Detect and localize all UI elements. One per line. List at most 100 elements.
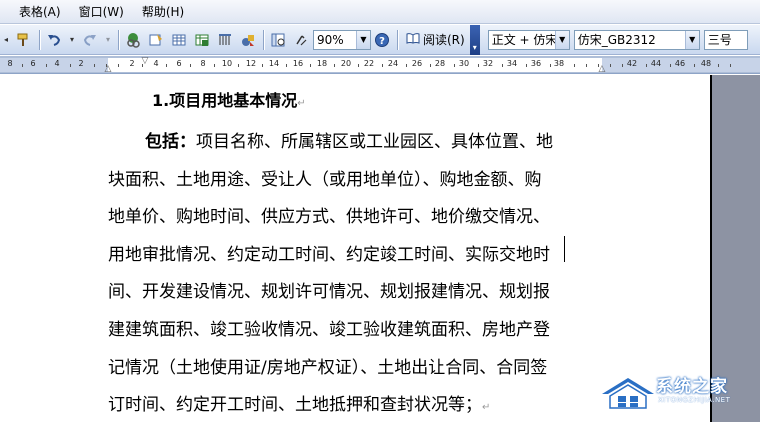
menu-window[interactable]: 窗口(W) [70,0,133,24]
font-size-value: 三号 [707,33,732,47]
format-painter-icon[interactable] [13,29,35,51]
first-line-indent-marker-icon[interactable]: ▽ [142,57,149,66]
paragraph-mark: ↵ [482,402,491,414]
ruler-tick [586,64,587,67]
paragraph-line: 间、开发建设情况、规划许可情况、规划报建情况、规划报 [108,282,550,303]
ruler-label: 10 [221,59,233,68]
ruler-tick [70,64,71,67]
ruler-label: 8 [7,59,13,68]
show-hide-icon[interactable] [290,29,312,51]
ruler-label: 38 [553,59,565,68]
ruler-label: 20 [340,59,352,68]
undo-icon[interactable] [43,29,65,51]
left-indent-marker-icon[interactable]: △ [105,65,112,74]
ruler-tick [118,64,119,67]
menu-help[interactable]: 帮助(H) [133,0,193,24]
ruler-label: 42 [626,59,638,68]
font-dropdown-icon[interactable]: ▼ [684,30,699,49]
read-mode-label: 阅读(R) [423,33,465,47]
toolbar-overflow-icon[interactable]: ◂ [0,29,12,51]
ruler-label: 44 [650,59,662,68]
ruler-tick [406,64,407,67]
zoom-value: 90% [317,32,344,47]
ruler-label: 2 [78,59,84,68]
ruler-tick [334,64,335,67]
ruler-tick [238,64,239,67]
paragraph-line: 订时间、约定开工时间、土地抵押和查封状况等；↵ [108,395,491,416]
read-mode-button[interactable]: 阅读(R) [401,29,470,51]
menu-bar: 表格(A) 窗口(W) 帮助(H) [0,0,760,24]
insert-excel-icon[interactable] [191,29,213,51]
font-combo[interactable]: 仿宋_GB2312 ▼ [573,29,700,50]
paragraph-line: 建建筑面积、竣工验收情况、竣工验收建筑面积、房地产登 [108,319,550,340]
drawing-icon[interactable] [237,29,259,51]
section-heading: 1.项目用地基本情况↵ [152,91,306,110]
ruler-label: 26 [411,59,423,68]
ruler-label: 16 [292,59,304,68]
ruler-label: 48 [700,59,712,68]
redo-dropdown-icon[interactable]: ▾ [102,29,114,51]
hyperlink-icon[interactable] [122,29,144,51]
style-dropdown-icon[interactable]: ▼ [554,30,569,49]
watermark-title: 系统之家 [656,377,728,397]
ruler-label: 14 [268,59,280,68]
paragraph-label: 包括： [145,132,196,152]
paragraph-line: 记情况（土地使用证/房地产权证）、土地出让合同、合同签 [108,357,548,378]
ruler-label: 36 [530,59,542,68]
ruler-label: 2 [129,59,135,68]
toolbar-options-icon[interactable]: ▾ [469,24,480,55]
read-icon [406,32,420,47]
help-icon[interactable]: ? [371,29,393,51]
watermark-logo-icon [602,378,654,409]
paragraph-mark: ↵ [297,98,306,109]
formatting-toolbar: ◂ ▾ ▾ 90% ▼ ? 阅读(R) ▾ 正文 + 仿宋 ▼ 仿宋_GB231… [0,24,760,55]
redo-icon[interactable] [79,29,101,51]
ruler-label: 24 [387,59,399,68]
columns-icon[interactable] [214,29,236,51]
ruler-label: 12 [245,59,257,68]
ruler-tick [22,64,23,67]
ruler-tick [610,64,611,67]
ruler-label: 46 [674,59,686,68]
ruler-tick [94,64,95,67]
ruler-tick [646,64,647,67]
horizontal-ruler[interactable]: 8 6 4 2 2 4 6 8 10 12 14 16 18 20 22 24 26 28 30 32 34 36 38 42… [0,56,760,74]
ruler-tick [262,64,263,67]
right-indent-marker-icon[interactable]: △ [599,65,606,74]
ruler-tick [502,64,503,67]
paragraph-line: 包括：项目名称、所属辖区或工业园区、具体位置、地 [145,132,553,152]
ruler-tick [718,64,719,67]
text-cursor [564,236,565,262]
insert-table-icon[interactable] [168,29,190,51]
font-size-combo[interactable]: 三号 [703,29,748,50]
ruler-tick [310,64,311,67]
ruler-tick [550,64,551,67]
ruler-tick [46,64,47,67]
zoom-dropdown-icon[interactable]: ▼ [356,30,370,49]
document-map-icon[interactable] [267,29,289,51]
menu-table[interactable]: 表格(A) [10,0,70,24]
tables-borders-icon[interactable] [145,29,167,51]
body-paragraph[interactable]: 包括：项目名称、所属辖区或工业园区、具体位置、地 块面积、土地用途、受让人（或用… [108,124,608,422]
ruler-label: 18 [316,59,328,68]
ruler-tick [526,64,527,67]
ruler-tick [286,64,287,67]
zoom-combo[interactable]: 90% ▼ [313,29,371,50]
style-combo[interactable]: 正文 + 仿宋 ▼ [487,29,570,50]
ruler-tick [430,64,431,67]
ruler-label: 28 [434,59,446,68]
ruler-tick [574,64,575,67]
ruler-tick [730,64,731,67]
svg-text:?: ? [379,36,385,47]
font-value: 仿宋_GB2312 [577,33,656,47]
ruler-tick [478,64,479,67]
undo-dropdown-icon[interactable]: ▾ [66,29,78,51]
ruler-label: 4 [153,59,159,68]
ruler-tick [694,64,695,67]
ruler-label: 4 [54,59,60,68]
ruler-label: 6 [30,59,36,68]
ruler-label: 8 [200,59,206,68]
style-value: 正文 + 仿宋 [491,33,558,47]
ruler-tick [214,64,215,67]
ruler-tick [622,64,623,67]
